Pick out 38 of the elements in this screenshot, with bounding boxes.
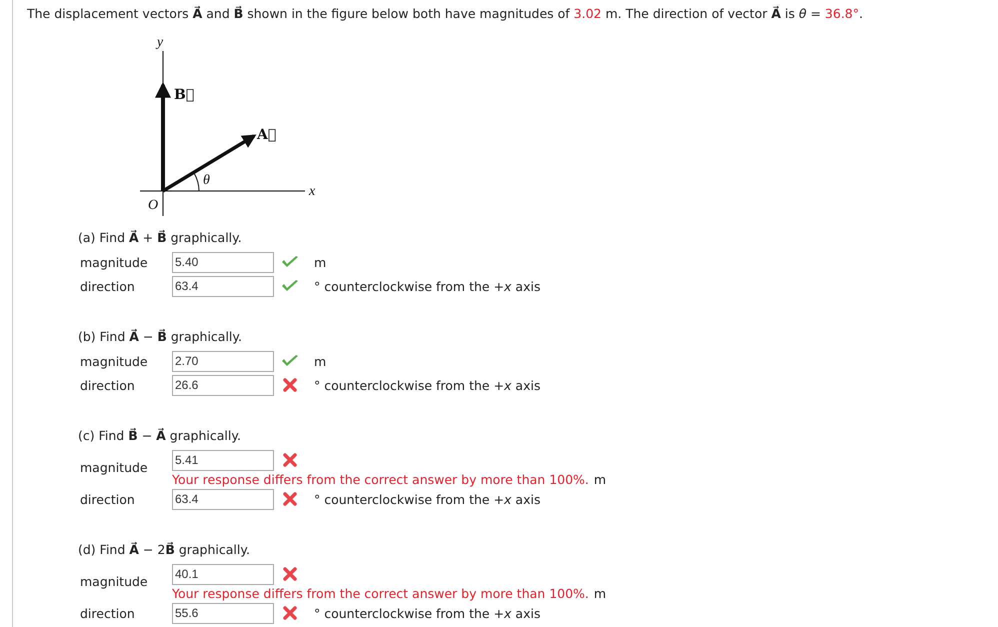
field-label: magnitude — [80, 460, 149, 475]
unit-text: ° counterclockwise from the +x axis — [314, 378, 540, 392]
answer-field[interactable]: 55.6 — [172, 602, 274, 624]
answer-field[interactable]: 26.6 — [172, 374, 274, 396]
field-label: magnitude — [80, 354, 149, 368]
feedback-message: Your response differs from the correct answer by more than 100%. — [172, 586, 589, 601]
axis-label: x — [309, 184, 316, 199]
unit-text: ° counterclockwise from the +x axis — [314, 492, 540, 506]
angle-label: θ — [203, 173, 210, 188]
vector-label: A⃗ — [257, 127, 276, 143]
answer-field[interactable]: 63.4 — [172, 488, 274, 510]
angle-arc — [194, 172, 200, 192]
answer-field[interactable]: 2.70 — [172, 350, 274, 372]
unit-text: ° counterclockwise from the +x axis — [314, 278, 540, 294]
unit-text: ° counterclockwise from the +x axis — [314, 606, 540, 620]
field-label: magnitude — [80, 254, 149, 270]
problem-statement: The displacement vectors A⃗ and B⃗ shown in the figure below both have magnitudes of 3.02 m. The direction of vector A⃗ is θ = 36.8°. — [27, 5, 864, 23]
axis-label: y — [156, 35, 164, 50]
vector-label: B⃗ — [174, 87, 194, 103]
answer-field[interactable]: 63.4 — [172, 276, 274, 296]
field-label: direction — [80, 378, 136, 392]
field-label: magnitude — [80, 574, 149, 589]
question-text: (b) Find A⃗ − B⃗ graphically. — [78, 328, 243, 346]
question-text: (c) Find B⃗ − A⃗ graphically. — [78, 427, 242, 445]
answer-field[interactable]: 5.40 — [172, 252, 274, 272]
origin-label: O — [148, 198, 158, 213]
feedback-message: Your response differs from the correct answer by more than 100%. — [172, 472, 589, 487]
field-label: direction — [80, 278, 136, 294]
field-label: direction — [80, 492, 136, 506]
answer-field[interactable]: 5.41 — [172, 450, 274, 470]
answer-field[interactable]: 40.1 — [172, 564, 274, 584]
question-text: (d) Find A⃗ − 2B⃗ graphically. — [78, 541, 251, 559]
field-label: direction — [80, 606, 136, 620]
unit-text: m — [314, 254, 326, 270]
unit-text: m — [594, 586, 606, 601]
question-text: (a) Find A⃗ + B⃗ graphically. — [78, 229, 243, 247]
unit-text: m — [314, 354, 326, 368]
unit-text: m — [594, 472, 606, 487]
